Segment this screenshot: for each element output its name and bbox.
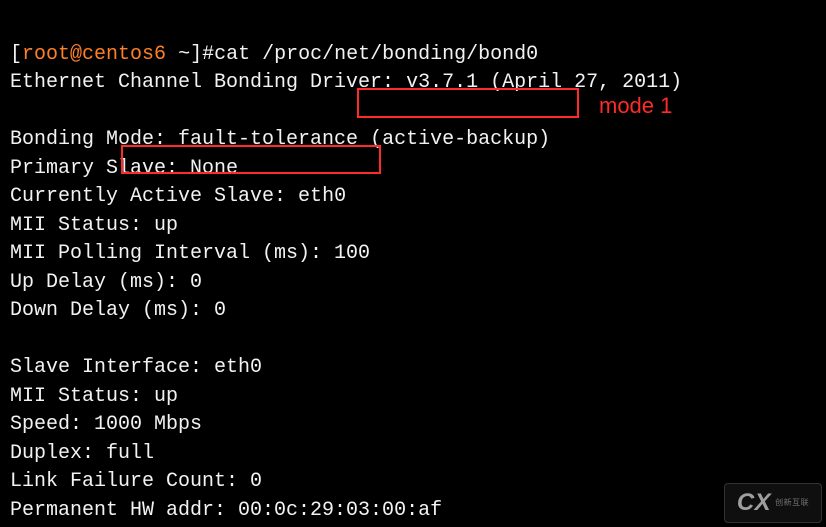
watermark-logo: CX 创新互联 (724, 483, 822, 523)
output-hw-addr: Permanent HW addr: 00:0c:29:03:00:af (10, 499, 442, 522)
prompt-bracket-open: [ (10, 43, 22, 66)
output-currently-active: Active Slave: eth0 (130, 185, 346, 208)
output-link-fail: Link Failure Count: 0 (10, 470, 262, 493)
prompt-user: root (22, 43, 70, 66)
prompt-path: ~ (166, 43, 190, 66)
terminal-output: [root@centos6 ~]#cat /proc/net/bonding/b… (0, 0, 826, 527)
output-up-delay: Up Delay (ms): 0 (10, 271, 202, 294)
output-mode-paren: (active-backup) (370, 128, 550, 151)
annotation-mode1: mode 1 (599, 92, 672, 121)
prompt-host: centos6 (82, 43, 166, 66)
output-slave-iface: Slave Interface: eth0 (10, 356, 262, 379)
output-currently-prefix: Currently (10, 185, 130, 208)
output-mii-status-slave: MII Status: up (10, 385, 178, 408)
output-down-delay: Down Delay (ms): 0 (10, 299, 226, 322)
output-mode-prefix: Bonding Mode: fault-tolerance (10, 128, 370, 151)
prompt-hash: # (202, 43, 214, 66)
output-mii-status: MII Status: up (10, 214, 178, 237)
watermark-cx: CX (737, 491, 771, 515)
output-mii-poll: MII Polling Interval (ms): 100 (10, 242, 370, 265)
output-duplex: Duplex: full (10, 442, 154, 465)
output-driver-line: Ethernet Channel Bonding Driver: v3.7.1 … (10, 71, 682, 94)
prompt-at: @ (70, 43, 82, 66)
watermark-text: 创新互联 (775, 489, 809, 518)
command-text: cat /proc/net/bonding/bond0 (214, 43, 538, 66)
output-primary-slave: Primary Slave: None (10, 157, 238, 180)
output-speed: Speed: 1000 Mbps (10, 413, 202, 436)
prompt-bracket-close: ] (190, 43, 202, 66)
